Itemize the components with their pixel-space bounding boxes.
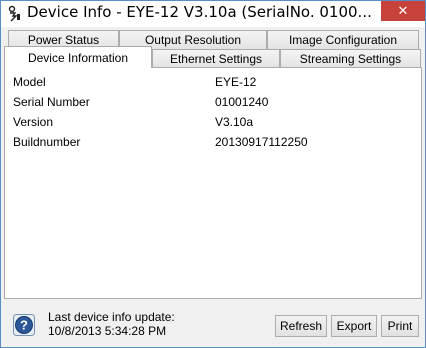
tab-ethernet-settings[interactable]: Ethernet Settings: [152, 49, 280, 68]
tab-label: Power Status: [27, 33, 100, 47]
info-label: Model: [13, 75, 46, 89]
tab-label: Image Configuration: [288, 33, 398, 47]
info-value: EYE-12: [215, 75, 257, 89]
close-icon: ✕: [397, 3, 409, 19]
tab-label: Device Information: [27, 50, 129, 65]
tab-image-configuration[interactable]: Image Configuration: [267, 30, 419, 49]
export-button[interactable]: Export: [331, 315, 377, 337]
button-label: Export: [336, 319, 372, 333]
close-button[interactable]: ✕: [381, 1, 425, 21]
tab-device-information[interactable]: Device Information: [4, 46, 152, 68]
device-information-panel: Model EYE-12 Serial Number 01001240 Vers…: [4, 67, 422, 299]
last-update-timestamp: 10/8/2013 5:34:28 PM: [48, 324, 167, 338]
svg-text:?: ?: [20, 318, 28, 333]
device-info-window: Device Info - EYE-12 V3.10a (SerialNo. 0…: [0, 0, 426, 348]
info-label: Version: [13, 115, 54, 129]
window-title: Device Info - EYE-12 V3.10a (SerialNo. 0…: [27, 3, 372, 21]
print-button[interactable]: Print: [381, 315, 419, 337]
tab-streaming-settings[interactable]: Streaming Settings: [280, 49, 421, 68]
refresh-button[interactable]: Refresh: [275, 315, 327, 337]
info-value: V3.10a: [215, 115, 254, 129]
button-label: Refresh: [279, 319, 323, 333]
button-label: Print: [387, 319, 413, 333]
info-label: Serial Number: [13, 95, 90, 109]
tab-label: Streaming Settings: [299, 52, 402, 66]
tab-label: Output Resolution: [144, 33, 242, 47]
last-update-label: Last device info update:: [48, 310, 175, 324]
app-icon: [8, 5, 20, 22]
info-value: 01001240: [215, 95, 269, 109]
info-label: Buildnumber: [13, 135, 81, 149]
tab-label: Ethernet Settings: [169, 52, 263, 66]
help-icon[interactable]: ?: [13, 314, 35, 336]
info-value: 20130917112250: [215, 135, 308, 149]
title-bar[interactable]: Device Info - EYE-12 V3.10a (SerialNo. 0…: [1, 1, 425, 27]
